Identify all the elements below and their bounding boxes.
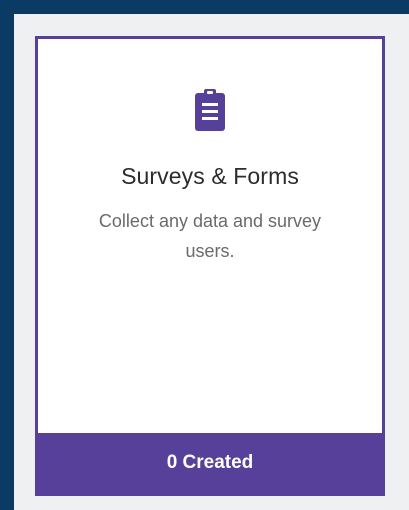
clipboard-list-icon (190, 89, 230, 139)
card-description: Collect any data and survey users. (98, 211, 322, 261)
surveys-forms-card[interactable]: Surveys & Forms Collect any data and sur… (35, 36, 385, 496)
card-title: Surveys & Forms (121, 163, 299, 189)
card-body: Surveys & Forms Collect any data and sur… (38, 39, 382, 433)
created-count-button[interactable]: 0 Created (38, 433, 382, 493)
content-panel: Surveys & Forms Collect any data and sur… (14, 14, 409, 510)
